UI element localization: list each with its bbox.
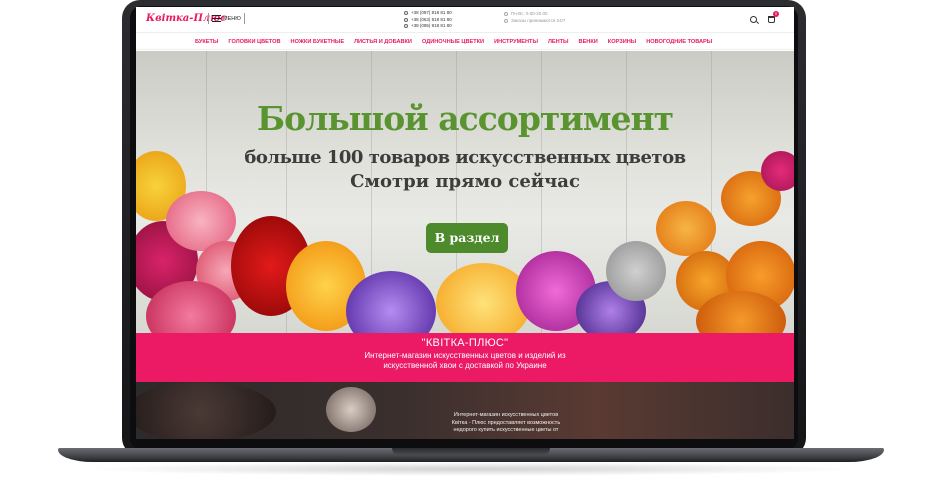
nav-item-novogodnie[interactable]: НОВОГОДНИЕ ТОВАРЫ [646,39,712,45]
hero-subtitle: больше 100 товаров искусственных цветов [244,147,686,168]
flower-image [606,241,666,301]
phone-icon [404,24,408,29]
menu-label: МЕНЮ [223,15,241,22]
brand-description: Интернет-магазин искусственных цветов и … [364,351,566,370]
to-section-button[interactable]: В раздел [426,223,508,253]
website-screen: Квітка-Плюс МЕНЮ +38 (097) 818 81 80 +38… [136,7,794,439]
nav-item-golovki[interactable]: ГОЛОВКИ ЦВЕТОВ [228,39,280,45]
nav-item-odinochnye[interactable]: ОДИНОЧНЫЕ ЦВЕТКИ [422,39,484,45]
phone-icon [404,17,408,22]
working-hours: Пн-Вс: 9.00-20.00 Заказы принимаются 24/… [504,10,565,24]
nav-item-instrumenty[interactable]: ИНСТРУМЕНТЫ [494,39,538,45]
cart-icon[interactable] [768,16,775,23]
menu-button[interactable]: МЕНЮ [212,15,241,22]
nav-item-listya[interactable]: ЛИСТЬЯ И ДОБАВКИ [354,39,412,45]
divider [244,13,245,24]
brand-banner: "КВІТКА-ПЛЮС" Интернет-магазин искусстве… [136,333,794,382]
divider [208,13,209,24]
flower-image [656,201,716,256]
phone-item[interactable]: +38 (063) 818 81 80 [404,17,452,24]
about-section: Интернет-магазин искусственных цветов Кв… [136,382,794,439]
hero-title: Большой ассортимент [256,99,674,138]
hero-subtitle-cta: Смотри прямо сейчас [350,171,580,192]
hamburger-icon [212,15,221,22]
nav-item-korziny[interactable]: КОРЗИНЫ [608,39,636,45]
nav-item-bukety[interactable]: БУКЕТЫ [195,39,218,45]
nav-item-venki[interactable]: ВЕНКИ [579,39,598,45]
phone-icon [404,11,408,16]
hero-banner: Большой ассортимент больше 100 товаров и… [136,51,794,333]
laptop-mockup: Квітка-Плюс МЕНЮ +38 (097) 818 81 80 +38… [0,0,942,500]
cart-count-badge: 0 [773,11,779,17]
search-icon[interactable] [750,16,757,23]
nav-item-nozhki[interactable]: НОЖКИ БУКЕТНЫЕ [291,39,345,45]
laptop-notch [392,448,550,455]
flower-image [136,382,276,439]
category-nav: БУКЕТЫ ГОЛОВКИ ЦВЕТОВ НОЖКИ БУКЕТНЫЕ ЛИС… [136,34,794,50]
nav-item-lenty[interactable]: ЛЕНТЫ [548,39,569,45]
laptop-shadow [80,462,862,476]
clock-icon [504,18,508,23]
phone-item[interactable]: +38 (095) 818 81 80 [404,23,452,30]
phone-item[interactable]: +38 (097) 818 81 80 [404,10,452,17]
brand-title: "КВІТКА-ПЛЮС" [421,337,509,349]
about-text: Интернет-магазин искусственных цветов Кв… [451,412,561,433]
clock-icon [504,11,508,16]
phone-list: +38 (097) 818 81 80 +38 (063) 818 81 80 … [404,10,452,30]
flower-image [326,387,376,432]
site-header: Квітка-Плюс МЕНЮ +38 (097) 818 81 80 +38… [136,7,794,33]
